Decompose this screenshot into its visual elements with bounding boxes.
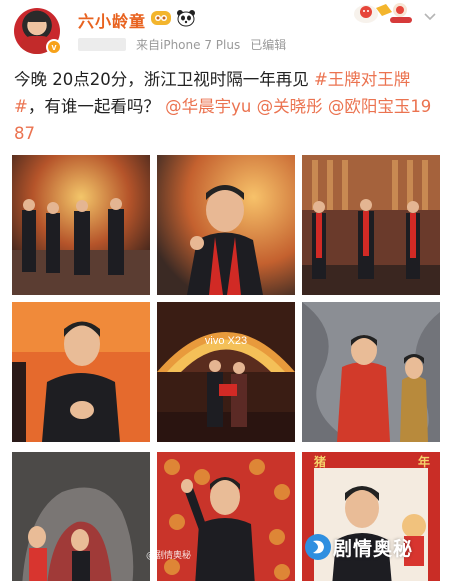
photo-3-stage-lineup[interactable] bbox=[302, 155, 440, 295]
medal-icon bbox=[151, 11, 171, 25]
photo-6-red-jacket-duo[interactable] bbox=[302, 302, 440, 442]
post-time-blurred bbox=[78, 38, 126, 51]
mention-link[interactable]: @关晓彤 bbox=[257, 97, 323, 116]
photo-1-group-on-stage[interactable] bbox=[12, 155, 150, 295]
photo-4-clapping[interactable] bbox=[12, 302, 150, 442]
post-text: 今晚 20点20分，浙江卫视时隔一年再见 #王牌对王牌#，有谁一起看吗？ @华晨… bbox=[14, 66, 439, 147]
weibo-watermark: @剧情奥秘 bbox=[146, 551, 192, 561]
photo-8-waving[interactable] bbox=[157, 449, 295, 581]
panda-icon bbox=[177, 10, 195, 27]
verified-badge-icon: v bbox=[46, 39, 62, 55]
device-source: 来自iPhone 7 Plus bbox=[136, 38, 241, 52]
post-text-segment: 今晚 20点20分，浙江卫视时隔一年再见 bbox=[14, 70, 314, 89]
photo-5-vivo-stage[interactable]: vivo X23 bbox=[157, 302, 295, 442]
frame-text-left: 猪 bbox=[313, 454, 326, 469]
post-text-segment: ，有谁一起看吗？ bbox=[27, 97, 166, 116]
post-header: v 六小龄童 来自iPhone 7 Plus 已编辑 bbox=[0, 0, 450, 62]
edited-label: 已编辑 bbox=[250, 38, 287, 52]
photo-2-closeup-red-scarf[interactable] bbox=[157, 155, 295, 295]
watermark: 剧情奥秘 bbox=[300, 528, 440, 568]
username[interactable]: 六小龄童 bbox=[78, 8, 146, 32]
watermark-logo-icon bbox=[305, 534, 331, 560]
vivo-logo-text: vivo X23 bbox=[205, 335, 247, 347]
photo-7-cave-scene[interactable] bbox=[12, 449, 150, 581]
mention-link[interactable]: @华晨宇yu bbox=[165, 97, 251, 116]
frame-text-right: 年 bbox=[418, 454, 430, 469]
post-meta: 来自iPhone 7 Plus 已编辑 bbox=[78, 36, 296, 53]
chevron-down-icon[interactable] bbox=[422, 8, 438, 24]
new-year-decoration-icon bbox=[354, 3, 412, 23]
watermark-text: 剧情奥秘 bbox=[333, 538, 414, 560]
